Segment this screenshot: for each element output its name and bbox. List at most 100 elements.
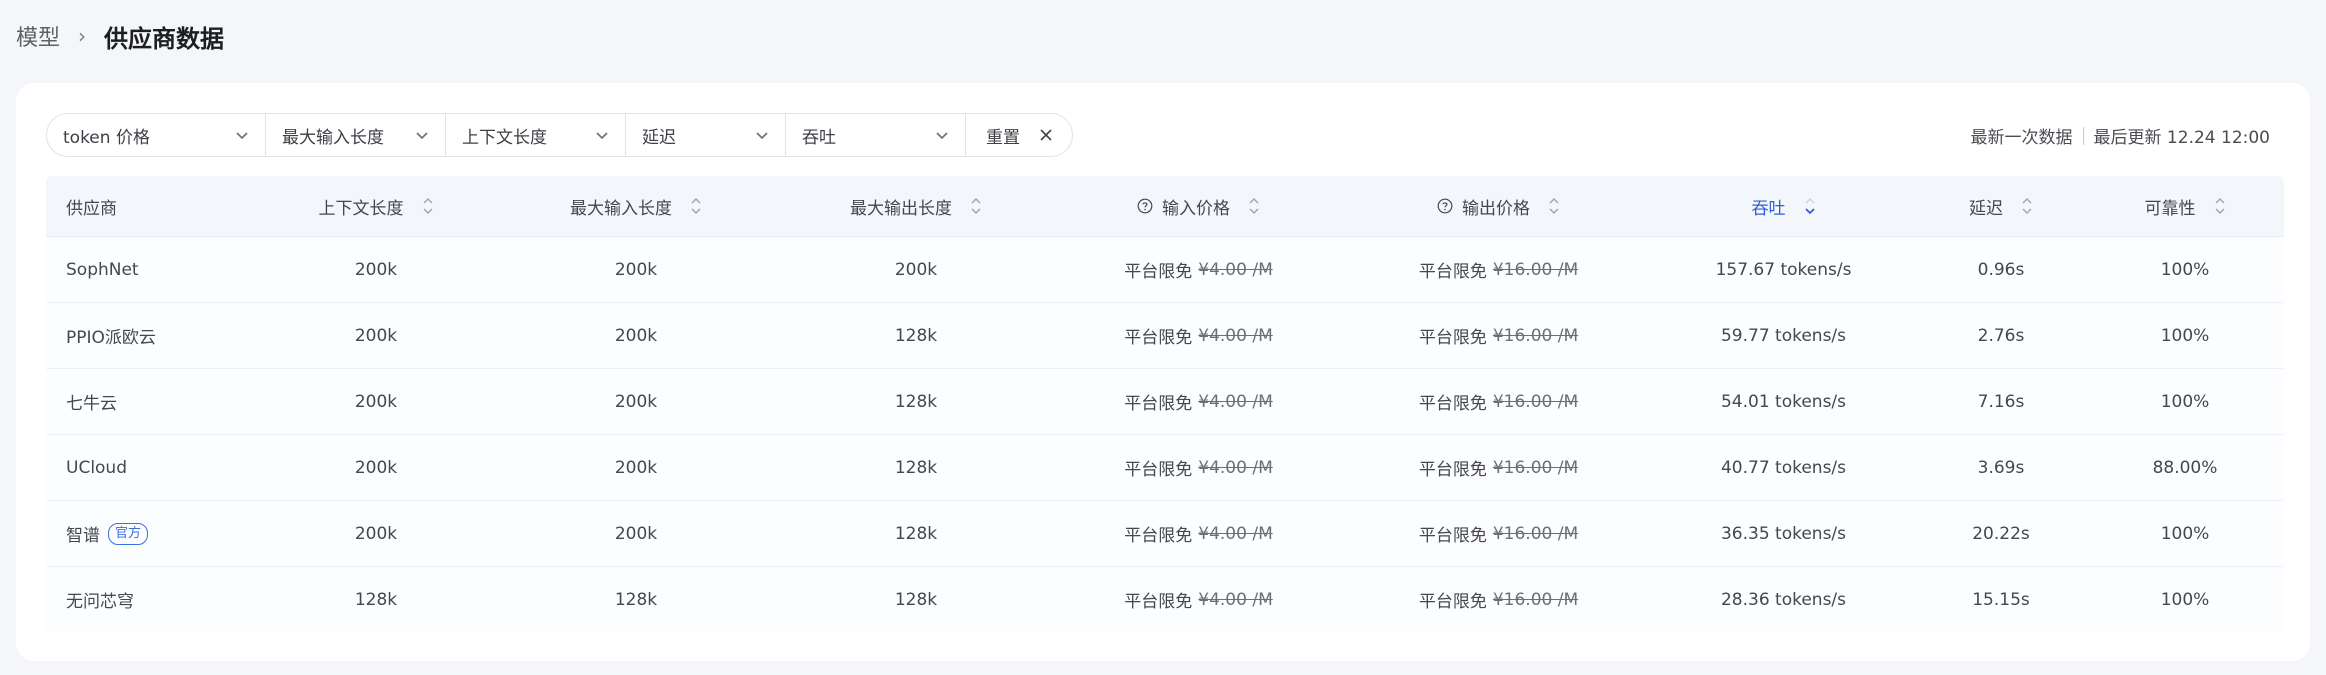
latency: 2.76s: [1977, 325, 2025, 346]
chevron-down-icon: [236, 132, 248, 140]
output-price: 平台限免 ¥16.00 /M: [1346, 257, 1651, 283]
reliability: 100%: [2160, 391, 2210, 412]
table-row[interactable]: SophNet 200k 200k 200k 平台限免 ¥4.00 /M 平台限免…: [46, 237, 2284, 303]
original-price: ¥4.00 /M: [1198, 391, 1273, 412]
sort-icon[interactable]: [2214, 196, 2226, 216]
column-output-price[interactable]: 输出价格: [1346, 194, 1651, 219]
page-title: 供应商数据: [104, 24, 225, 53]
question-circle-icon[interactable]: [1437, 198, 1453, 214]
latency: 3.69s: [1977, 457, 2025, 478]
filter-throughput[interactable]: 吞吐: [786, 114, 966, 156]
breadcrumb-root[interactable]: 模型: [16, 20, 60, 52]
filter-label: token 价格: [63, 127, 150, 148]
free-label: 平台限免: [1418, 328, 1487, 348]
free-label: 平台限免: [1124, 328, 1193, 348]
free-label: 平台限免: [1124, 526, 1193, 546]
context-length: 200k: [354, 523, 398, 544]
original-price: ¥16.00 /M: [1492, 391, 1579, 412]
column-label: 吞吐: [1751, 198, 1786, 219]
latest-data-label: 最新一次数据: [1970, 128, 2073, 148]
sort-desc-icon[interactable]: [1804, 196, 1816, 216]
throughput: 157.67 tokens/s: [1715, 259, 1852, 280]
table-row[interactable]: UCloud 200k 200k 128k 平台限免 ¥4.00 /M 平台限免 ¥…: [46, 435, 2284, 501]
column-label: 供应商: [66, 198, 117, 219]
divider: [2082, 126, 2084, 145]
max-input: 200k: [614, 325, 658, 346]
sort-icon[interactable]: [1248, 196, 1260, 216]
free-label: 平台限免: [1418, 262, 1487, 282]
column-max-input[interactable]: 最大输入长度: [491, 194, 781, 219]
reliability: 100%: [2160, 259, 2210, 280]
sort-icon[interactable]: [970, 196, 982, 216]
sort-icon[interactable]: [1548, 196, 1560, 216]
filter-label: 吞吐: [802, 127, 836, 148]
max-output: 128k: [894, 523, 938, 544]
latency: 0.96s: [1977, 259, 2025, 280]
original-price: ¥16.00 /M: [1492, 523, 1579, 544]
column-label: 输出价格: [1462, 198, 1530, 219]
table-row[interactable]: 智谱 官方 200k 200k 128k 平台限免 ¥4.00 /M 平台限免 ¥16…: [46, 501, 2284, 567]
provider-name[interactable]: 七牛云: [46, 389, 261, 414]
input-price: 平台限免 ¥4.00 /M: [1051, 389, 1346, 415]
max-input: 200k: [614, 259, 658, 280]
breadcrumb: 模型 › 供应商数据: [16, 18, 224, 54]
sort-icon[interactable]: [422, 196, 434, 216]
provider-name[interactable]: PPIO派欧云: [46, 323, 261, 348]
sort-icon[interactable]: [690, 196, 702, 216]
chevron-down-icon: [936, 132, 948, 140]
provider-name[interactable]: 无问芯穹: [46, 587, 261, 612]
column-input-price[interactable]: 输入价格: [1051, 194, 1346, 219]
provider-name[interactable]: 智谱: [66, 521, 100, 546]
context-length: 128k: [354, 589, 398, 610]
output-price: 平台限免 ¥16.00 /M: [1346, 389, 1651, 415]
throughput: 59.77 tokens/s: [1720, 325, 1847, 346]
provider-name[interactable]: UCloud: [46, 458, 261, 478]
original-price: ¥16.00 /M: [1492, 589, 1579, 610]
last-updated-label: 最后更新 12.24 12:00: [2093, 128, 2270, 148]
filter-max-input[interactable]: 最大输入长度: [266, 114, 446, 156]
original-price: ¥4.00 /M: [1198, 259, 1273, 280]
max-input: 200k: [614, 523, 658, 544]
filter-context-length[interactable]: 上下文长度: [446, 114, 626, 156]
chevron-down-icon: [416, 132, 428, 140]
output-price: 平台限免 ¥16.00 /M: [1346, 521, 1651, 547]
reliability: 100%: [2160, 325, 2210, 346]
column-throughput[interactable]: 吞吐: [1651, 194, 1916, 219]
filter-token-price[interactable]: token 价格: [47, 114, 266, 156]
context-length: 200k: [354, 259, 398, 280]
free-label: 平台限免: [1124, 460, 1193, 480]
context-length: 200k: [354, 391, 398, 412]
throughput: 54.01 tokens/s: [1720, 391, 1847, 412]
provider-name[interactable]: SophNet: [46, 260, 261, 280]
sort-icon[interactable]: [2021, 196, 2033, 216]
max-output: 128k: [894, 325, 938, 346]
column-latency[interactable]: 延迟: [1916, 194, 2086, 219]
breadcrumb-separator-icon: ›: [78, 24, 87, 48]
original-price: ¥16.00 /M: [1492, 259, 1579, 280]
column-max-output[interactable]: 最大输出长度: [781, 194, 1051, 219]
reset-label: 重置: [986, 127, 1020, 148]
max-input: 200k: [614, 391, 658, 412]
max-output: 128k: [894, 391, 938, 412]
reset-button[interactable]: 重置: [966, 114, 1072, 156]
input-price: 平台限免 ¥4.00 /M: [1051, 323, 1346, 349]
free-label: 平台限免: [1124, 592, 1193, 612]
column-label: 上下文长度: [318, 198, 404, 219]
filter-latency[interactable]: 延迟: [626, 114, 786, 156]
provider-cell[interactable]: 智谱 官方: [46, 521, 261, 546]
free-label: 平台限免: [1124, 394, 1193, 414]
max-output: 128k: [894, 589, 938, 610]
column-provider: 供应商: [46, 194, 261, 219]
table-row[interactable]: 无问芯穹 128k 128k 128k 平台限免 ¥4.00 /M 平台限免 ¥16…: [46, 567, 2284, 632]
chevron-down-icon: [756, 132, 768, 140]
column-reliability[interactable]: 可靠性: [2086, 194, 2284, 219]
input-price: 平台限免 ¥4.00 /M: [1051, 587, 1346, 613]
max-input: 200k: [614, 457, 658, 478]
table-row[interactable]: PPIO派欧云 200k 200k 128k 平台限免 ¥4.00 /M 平台限免…: [46, 303, 2284, 369]
input-price: 平台限免 ¥4.00 /M: [1051, 521, 1346, 547]
question-circle-icon[interactable]: [1137, 198, 1153, 214]
column-context[interactable]: 上下文长度: [261, 194, 491, 219]
original-price: ¥4.00 /M: [1198, 589, 1273, 610]
original-price: ¥16.00 /M: [1492, 457, 1579, 478]
table-row[interactable]: 七牛云 200k 200k 128k 平台限免 ¥4.00 /M 平台限免 ¥16.…: [46, 369, 2284, 435]
